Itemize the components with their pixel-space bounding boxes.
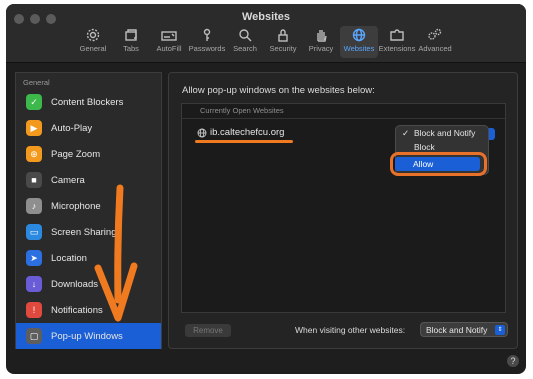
sidebar-header: General bbox=[23, 78, 50, 87]
sidebar: General ✓ Content Blockers ▶ Auto-Play ⊕… bbox=[15, 72, 162, 349]
table-header: Currently Open Websites bbox=[182, 104, 505, 119]
sidebar-item-screen-sharing[interactable]: ▭ Screen Sharing bbox=[16, 219, 161, 245]
screen-sharing-icon: ▭ bbox=[26, 224, 42, 240]
sidebar-item-content-blockers[interactable]: ✓ Content Blockers bbox=[16, 89, 161, 115]
sidebar-item-microphone[interactable]: ♪ Microphone bbox=[16, 193, 161, 219]
puzzle-icon bbox=[387, 26, 407, 44]
sidebar-item-camera[interactable]: ■ Camera bbox=[16, 167, 161, 193]
globe-icon bbox=[349, 26, 369, 44]
website-name: ib.caltechefcu.org bbox=[210, 127, 285, 138]
autofill-icon bbox=[159, 26, 179, 44]
sidebar-item-pop-up-windows[interactable]: ▢ Pop-up Windows bbox=[16, 323, 161, 349]
preferences-toolbar: General Tabs AutoFill Passwords Search S… bbox=[74, 26, 454, 58]
content-blockers-icon: ✓ bbox=[26, 94, 42, 110]
page-zoom-icon: ⊕ bbox=[26, 146, 42, 162]
tab-passwords[interactable]: Passwords bbox=[188, 26, 226, 58]
camera-icon: ■ bbox=[26, 172, 42, 188]
remove-button[interactable]: Remove bbox=[185, 324, 231, 337]
tab-autofill[interactable]: AutoFill bbox=[150, 26, 188, 58]
tab-tabs[interactable]: Tabs bbox=[112, 26, 150, 58]
dropdown-button-edge bbox=[488, 128, 495, 140]
tab-security[interactable]: Security bbox=[264, 26, 302, 58]
gear-icon bbox=[83, 26, 103, 44]
other-websites-label: When visiting other websites: bbox=[295, 325, 406, 335]
tab-websites[interactable]: Websites bbox=[340, 26, 378, 58]
microphone-icon: ♪ bbox=[26, 198, 42, 214]
notifications-icon: ! bbox=[26, 302, 42, 318]
search-icon bbox=[235, 26, 255, 44]
window-title: Websites bbox=[241, 11, 291, 23]
annotation-underline bbox=[195, 140, 293, 143]
sidebar-item-page-zoom[interactable]: ⊕ Page Zoom bbox=[16, 141, 161, 167]
annotation-allow-highlight bbox=[390, 152, 487, 176]
tabs-icon bbox=[121, 26, 141, 44]
tab-general[interactable]: General bbox=[74, 26, 112, 58]
help-button[interactable]: ? bbox=[507, 355, 519, 367]
gears-icon bbox=[425, 26, 445, 44]
sidebar-item-notifications[interactable]: ! Notifications bbox=[16, 297, 161, 323]
pop-up-windows-icon: ▢ bbox=[26, 328, 42, 344]
auto-play-icon: ▶ bbox=[26, 120, 42, 136]
chevron-updown-icon: ⇕ bbox=[495, 325, 505, 335]
key-icon bbox=[197, 26, 217, 44]
sidebar-item-location[interactable]: ➤ Location bbox=[16, 245, 161, 271]
title-bar: Websites General Tabs AutoFill Passwords… bbox=[6, 4, 526, 63]
option-block-and-notify[interactable]: ✓ Block and Notify bbox=[396, 126, 488, 140]
checkmark-icon: ✓ bbox=[402, 128, 410, 138]
hand-icon bbox=[311, 26, 331, 44]
sidebar-item-downloads[interactable]: ↓ Downloads bbox=[16, 271, 161, 297]
tab-search[interactable]: Search bbox=[226, 26, 264, 58]
globe-icon bbox=[197, 128, 207, 137]
tab-extensions[interactable]: Extensions bbox=[378, 26, 416, 58]
lock-icon bbox=[273, 26, 293, 44]
panel-title: Allow pop-up windows on the websites bel… bbox=[182, 85, 375, 96]
location-icon: ➤ bbox=[26, 250, 42, 266]
tab-advanced[interactable]: Advanced bbox=[416, 26, 454, 58]
tab-privacy[interactable]: Privacy bbox=[302, 26, 340, 58]
sidebar-item-auto-play[interactable]: ▶ Auto-Play bbox=[16, 115, 161, 141]
table-row[interactable]: ib.caltechefcu.org bbox=[197, 127, 284, 138]
other-websites-select[interactable]: Block and Notify ⇕ bbox=[420, 322, 508, 337]
websites-panel: Allow pop-up windows on the websites bel… bbox=[168, 72, 518, 349]
downloads-icon: ↓ bbox=[26, 276, 42, 292]
